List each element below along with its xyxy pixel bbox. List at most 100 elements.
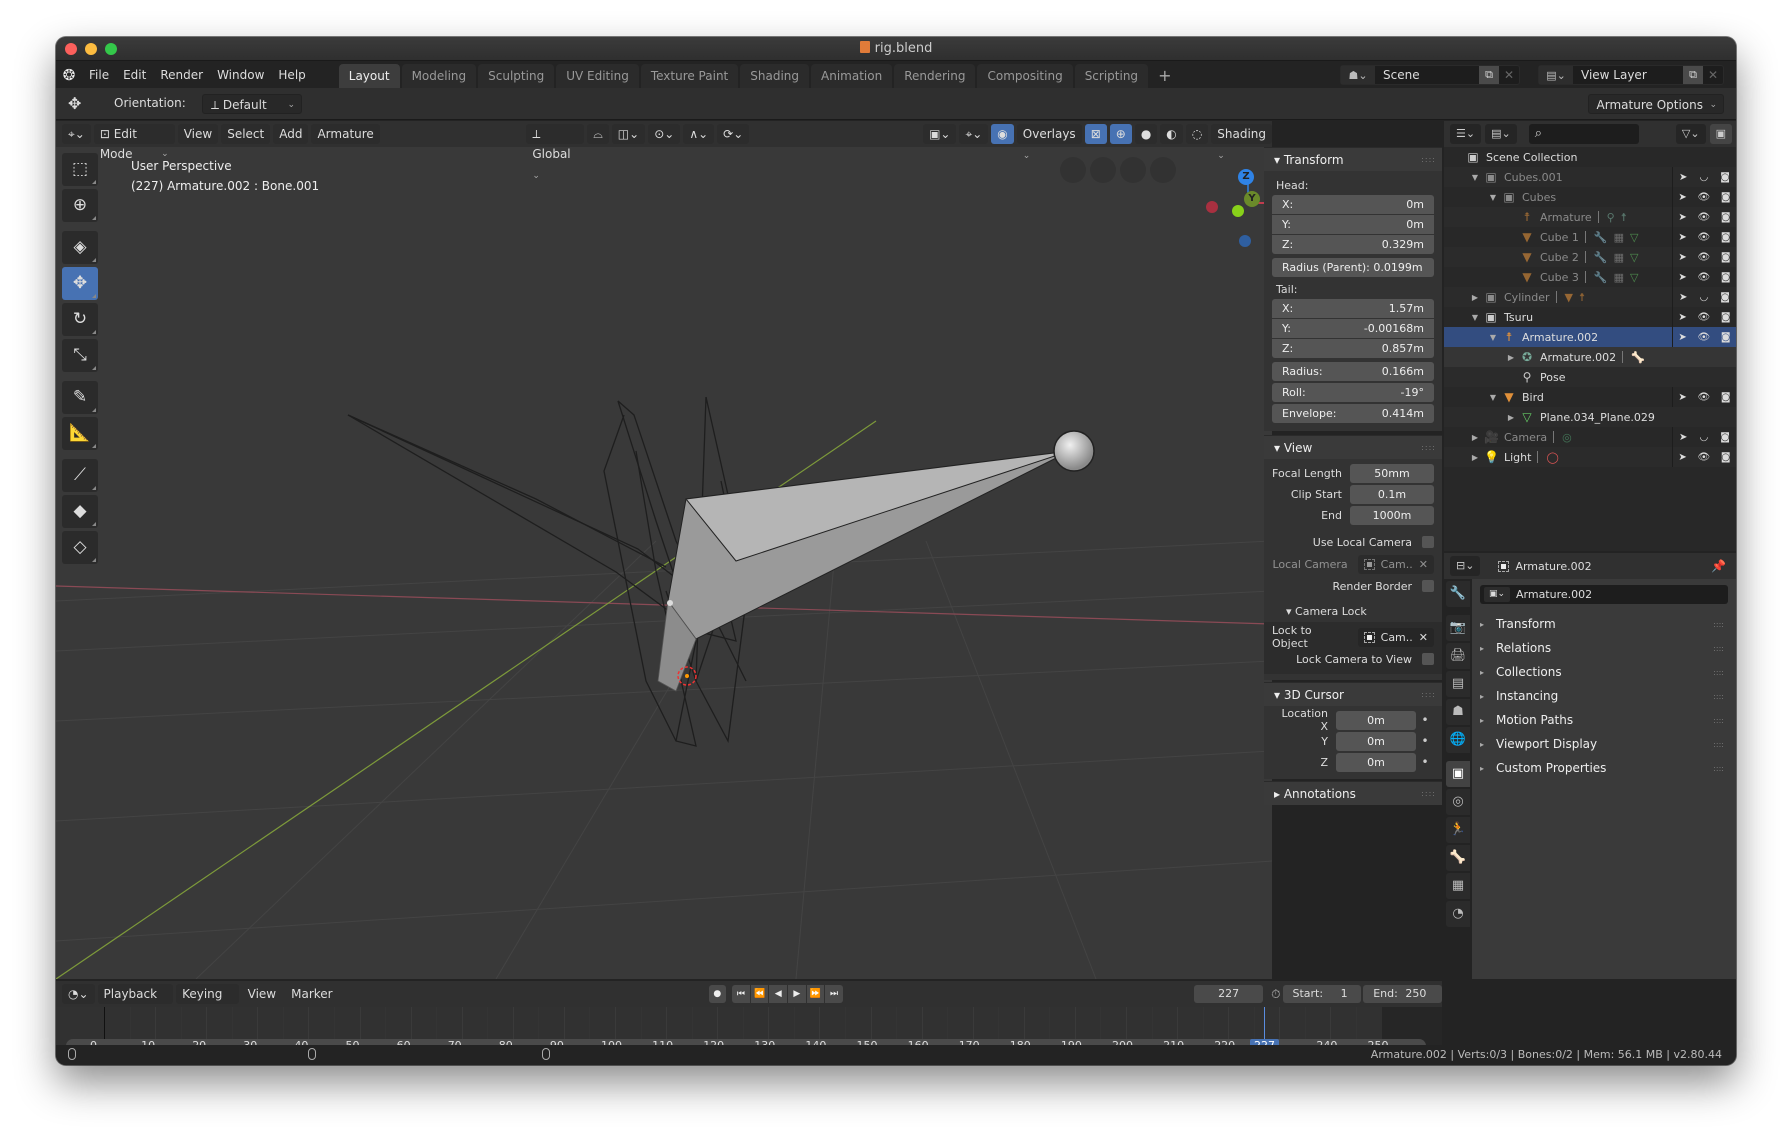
cursor-location-field[interactable]: 0m [1336,710,1416,730]
snap-target-icon[interactable]: ◫⌄ [611,124,646,144]
new-scene-icon[interactable]: ⧉ [1479,66,1499,84]
outliner-editor-type-icon[interactable]: ☰⌄ [1450,124,1482,144]
camera-render-icon[interactable]: ◙ [1721,332,1731,343]
eye-icon[interactable]: 👁 [1697,232,1710,243]
clear-icon[interactable]: ✕ [1419,631,1428,644]
head-y-field[interactable]: Y: 0m [1272,215,1434,234]
camera-lock-subpanel-header[interactable]: ▾ Camera Lock [1272,597,1434,622]
3d-cursor-panel-header[interactable]: ▾ 3D Cursor:::: [1264,682,1442,706]
outliner-item[interactable]: ☨ Armature ⚲ ☨ ➤ 👁 ◙ [1444,207,1736,227]
display-mode-icon[interactable]: ▤⌄ [1485,124,1517,144]
animate-property-icon[interactable]: • [1416,734,1434,748]
section-collections[interactable]: ▸ Collections:::: [1480,660,1728,684]
tab-scripting[interactable]: Scripting [1074,64,1149,88]
playback-menu[interactable]: Playback ⌄ [97,984,174,1021]
disclosure-triangle-icon[interactable]: ▼ [1488,333,1498,342]
camera-render-icon[interactable]: ◙ [1721,212,1731,223]
mesh-icon[interactable]: ▼ [1565,291,1573,304]
section-viewport-display[interactable]: ▸ Viewport Display:::: [1480,732,1728,756]
drag-handle-icon[interactable]: :::: [1421,683,1436,707]
vertex-groups-icon[interactable]: ▦ [1614,251,1624,264]
cursor-location-field[interactable]: 0m [1336,752,1416,772]
head-z-field[interactable]: Z: 0.329m [1272,235,1434,254]
pin-icon[interactable]: 📌 [1711,559,1726,573]
outliner-item[interactable]: ▶ 🎥 Camera ◎ ➤ ◡ ◙ [1444,427,1736,447]
new-collection-icon[interactable]: ▣ [1709,124,1732,144]
scene-name[interactable]: Scene [1375,68,1479,82]
render-border-checkbox[interactable] [1422,580,1434,592]
camera-data-icon[interactable]: ◎ [1562,431,1572,444]
section-instancing[interactable]: ▸ Instancing:::: [1480,684,1728,708]
snap-toggle-icon[interactable]: ⌓ [587,124,609,144]
selectable-arrow-icon[interactable]: ➤ [1678,272,1686,283]
hidden-eye-icon[interactable]: ◡ [1699,292,1708,303]
eye-icon[interactable]: 👁 [1697,392,1710,403]
bone-icon[interactable]: 🦴 [1631,351,1645,364]
proportional-edit-icon[interactable]: ⊙⌄ [648,124,681,144]
drag-handle-icon[interactable]: :::: [1713,692,1724,701]
disclosure-triangle-icon[interactable]: ▶ [1506,413,1516,422]
tab-bone-icon[interactable]: 🦴 [1446,845,1470,871]
camera-render-icon[interactable]: ◙ [1721,312,1731,323]
move-tool-button[interactable]: ✥ [62,267,98,300]
gizmo-neg-x-axis[interactable] [1206,201,1218,213]
viewport-scene[interactable] [56,121,1272,979]
mesh-data-icon[interactable]: ▽ [1630,271,1638,284]
3d-viewport[interactable]: ⌖⌄ ⊡ Edit Mode ⌄ View Select Add Armature… [56,121,1272,979]
eye-icon[interactable]: 👁 [1697,452,1710,463]
cursor-location-field[interactable]: 0m [1336,731,1416,751]
menu-window[interactable]: Window [210,62,271,88]
armature-options-dropdown[interactable]: Armature Options ⌄ [1587,94,1724,114]
viewport-menu-armature[interactable]: Armature [311,124,380,144]
selectable-arrow-icon[interactable]: ➤ [1678,312,1686,323]
tab-layout[interactable]: Layout [338,64,400,88]
tail-y-field[interactable]: Y: -0.00168m [1272,319,1434,338]
bone-size-tool-button[interactable]: ◆ [62,495,98,528]
annotations-panel-header[interactable]: ▸ Annotations:::: [1264,781,1442,805]
hidden-eye-icon[interactable]: ◡ [1699,432,1708,443]
rotate-tool-button[interactable]: ↻ [62,303,98,336]
disclosure-triangle-icon[interactable]: ▶ [1470,453,1480,462]
camera-render-icon[interactable]: ◙ [1721,252,1731,263]
mesh-data-icon[interactable]: ▽ [1630,231,1638,244]
tab-physics-icon[interactable]: ◎ [1446,789,1470,815]
eye-icon[interactable]: 👁 [1697,252,1710,263]
properties-editor-type-icon[interactable]: ⊟⌄ [1450,556,1481,576]
material-shading-icon[interactable]: ◐ [1160,124,1183,144]
armature-data-icon[interactable]: ☨ [1621,211,1627,224]
tab-texture-paint[interactable]: Texture Paint [640,64,739,88]
outliner-item[interactable]: ▶ 💡 Light ◯ ➤ 👁 ◙ [1444,447,1736,467]
scene-icon[interactable]: ☗⌄ [1341,66,1375,84]
selectable-arrow-icon[interactable]: ➤ [1678,392,1686,403]
pose-icon[interactable]: ⚲ [1607,211,1615,224]
scene-selector[interactable]: ☗⌄ Scene ⧉ ✕ [1340,65,1520,85]
drag-handle-icon[interactable]: :::: [1713,644,1724,653]
selectable-arrow-icon[interactable]: ➤ [1679,292,1687,303]
selectable-arrow-icon[interactable]: ➤ [1678,252,1686,263]
outliner-item[interactable]: ▶ ✪ Armature.002 🦴 [1444,347,1736,367]
disclosure-triangle-icon[interactable]: ▼ [1488,393,1498,402]
outliner-item[interactable]: ▼ Cube 1 🔧 ▦ ▽ ➤ 👁 ◙ [1444,227,1736,247]
eye-icon[interactable]: 👁 [1697,332,1710,343]
selectable-arrow-icon[interactable]: ➤ [1678,452,1686,463]
outliner-item[interactable]: ▼ ▣ Cubes ➤ 👁 ◙ [1444,187,1736,207]
object-name-field[interactable]: ▣⌄ Armature.002 [1480,585,1728,604]
gizmo-neg-y-axis[interactable] [1232,205,1244,217]
tab-shading[interactable]: Shading [740,64,809,88]
animate-property-icon[interactable]: • [1416,713,1434,727]
cursor-tool-button[interactable]: ⊕ [62,189,98,222]
tab-render-icon[interactable]: 📷 [1446,615,1470,641]
current-frame-field[interactable]: 227 [1194,985,1264,1003]
local-camera-field[interactable]: Cam.. ✕ [1357,554,1434,574]
drag-handle-icon[interactable]: :::: [1713,620,1724,629]
drag-handle-icon[interactable]: :::: [1713,668,1724,677]
jump-start-icon[interactable]: ⏮ [732,985,750,1003]
delete-view-layer-icon[interactable]: ✕ [1703,68,1723,82]
use-local-camera-checkbox[interactable] [1422,536,1434,548]
view-layer-icon[interactable]: ▤⌄ [1539,66,1573,84]
modifier-icon[interactable]: 🔧 [1594,231,1608,244]
mesh-data-icon[interactable]: ▽ [1630,251,1638,264]
eye-icon[interactable]: 👁 [1697,192,1710,203]
outliner-item[interactable]: ▼ ☨ Armature.002 ➤ 👁 ◙ [1444,327,1736,347]
section-transform[interactable]: ▸ Transform:::: [1480,612,1728,636]
